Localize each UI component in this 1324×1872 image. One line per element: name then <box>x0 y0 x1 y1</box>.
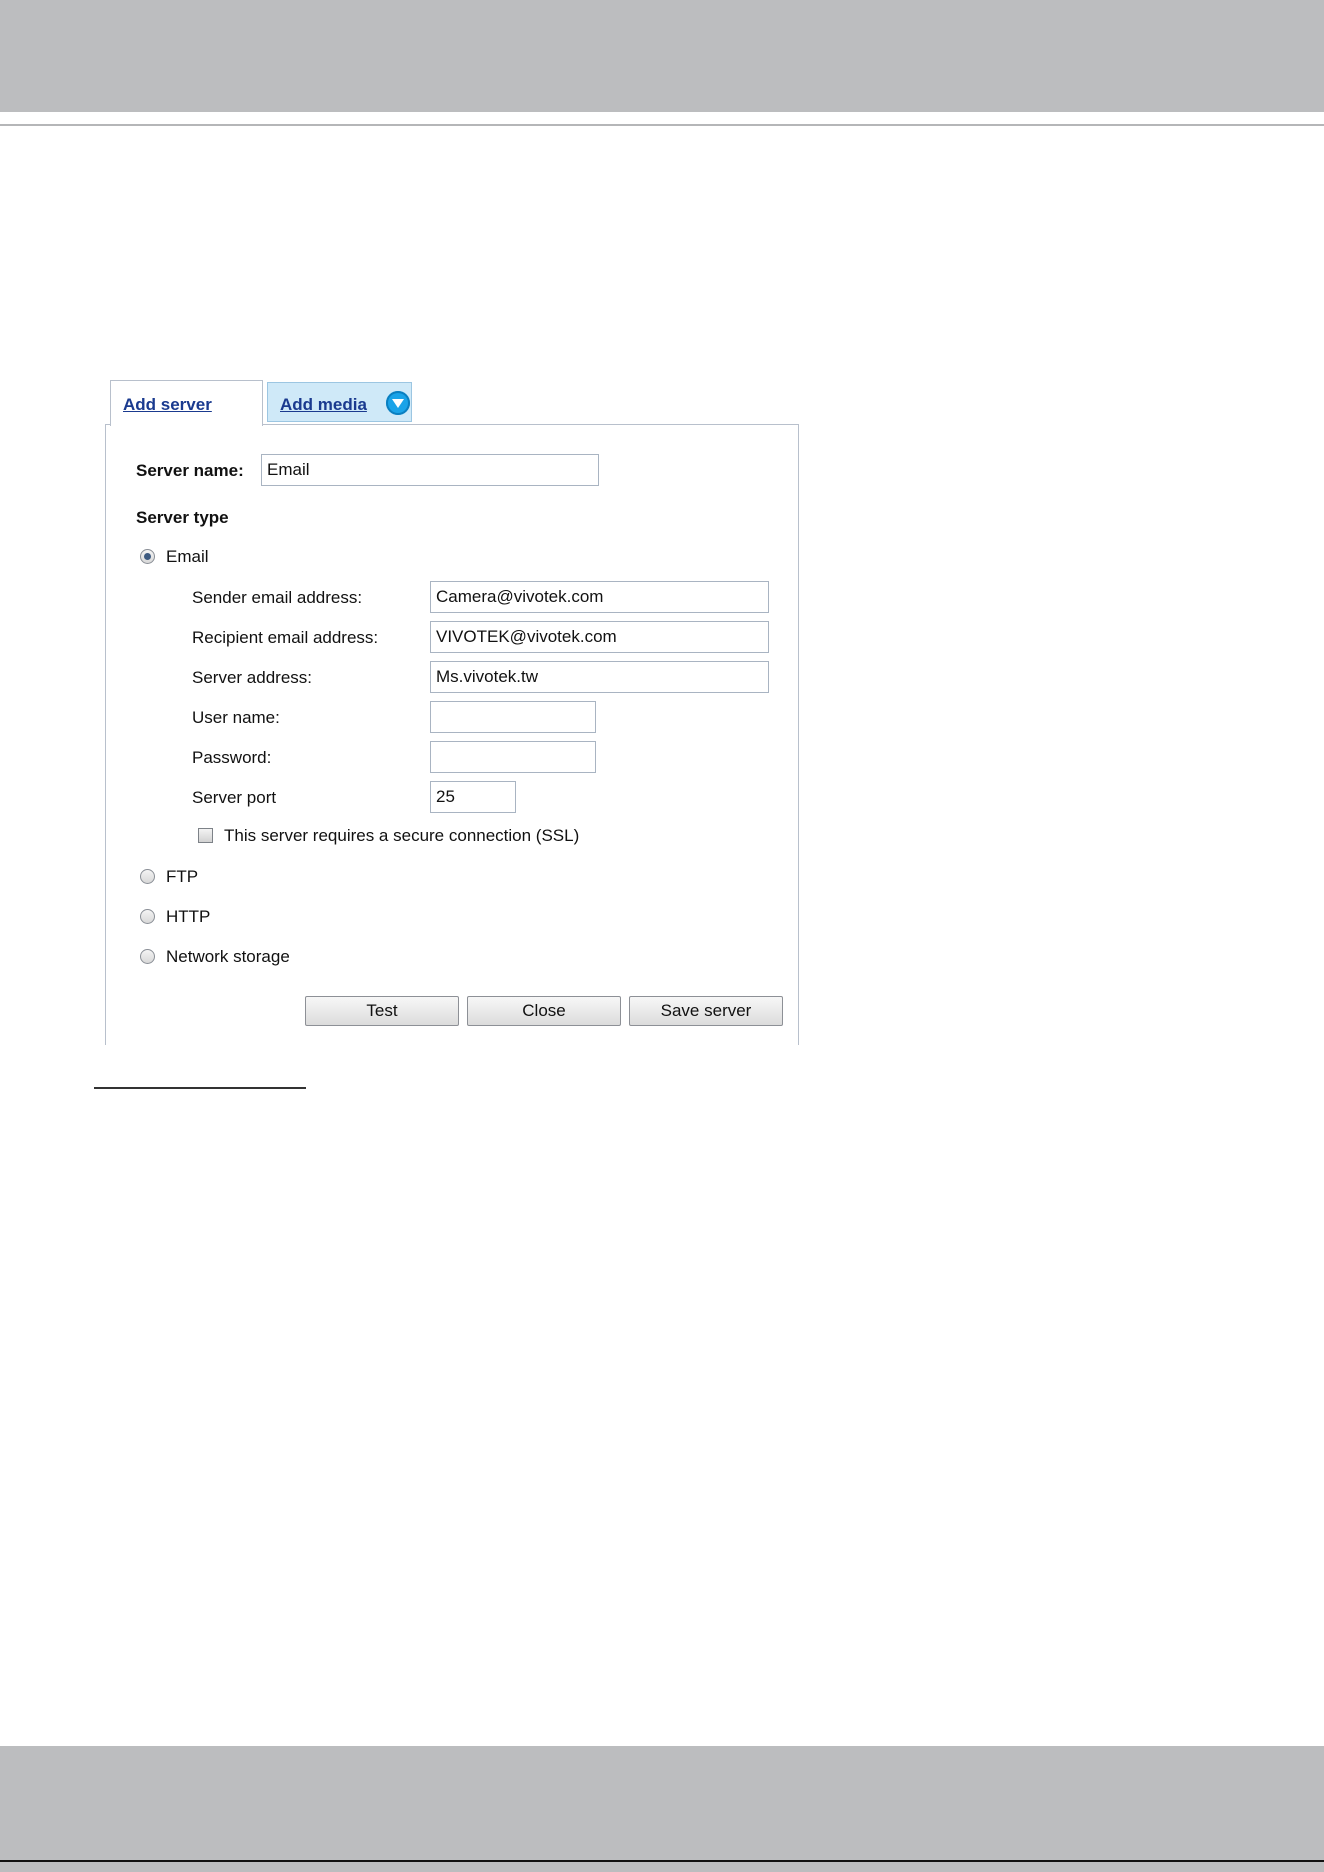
server-address-input[interactable] <box>430 661 769 693</box>
user-name-input[interactable] <box>430 701 596 733</box>
tab-add-server-link[interactable]: Add server <box>123 395 212 414</box>
save-server-button[interactable]: Save server <box>629 996 783 1026</box>
add-server-dialog: Add server Add media Server name: Server… <box>105 380 799 1045</box>
radio-network-storage[interactable] <box>140 949 155 964</box>
password-input[interactable] <box>430 741 596 773</box>
server-type-label: Server type <box>136 508 229 527</box>
radio-ftp[interactable] <box>140 869 155 884</box>
sender-email-input[interactable] <box>430 581 769 613</box>
radio-email-label: Email <box>166 547 209 566</box>
server-name-input[interactable] <box>261 454 599 486</box>
user-name-label: User name: <box>192 708 280 727</box>
server-panel: Server name: Server type Email Sender em… <box>105 424 799 1045</box>
server-port-input[interactable] <box>430 781 516 813</box>
close-button[interactable]: Close <box>467 996 621 1026</box>
ssl-checkbox-label: This server requires a secure connection… <box>224 826 580 845</box>
footnote-rule <box>94 1087 306 1089</box>
tab-add-server[interactable]: Add server <box>110 380 263 426</box>
tab-add-media[interactable]: Add media <box>267 382 412 422</box>
password-label: Password: <box>192 748 272 767</box>
ssl-checkbox[interactable] <box>198 828 213 843</box>
recipient-email-label: Recipient email address: <box>192 628 379 647</box>
radio-http-label: HTTP <box>166 907 211 926</box>
header-band <box>0 0 1324 112</box>
footer-rule <box>0 1860 1324 1862</box>
tab-add-media-link[interactable]: Add media <box>280 395 367 414</box>
footer-band <box>0 1746 1324 1872</box>
server-port-label: Server port <box>192 788 277 807</box>
server-address-label: Server address: <box>192 668 312 687</box>
radio-email[interactable] <box>140 549 155 564</box>
recipient-email-input[interactable] <box>430 621 769 653</box>
chevron-down-circle-icon[interactable] <box>386 391 410 415</box>
sender-email-label: Sender email address: <box>192 588 363 607</box>
radio-http[interactable] <box>140 909 155 924</box>
radio-network-storage-label: Network storage <box>166 947 290 966</box>
header-rule <box>0 124 1324 126</box>
radio-ftp-label: FTP <box>166 867 199 886</box>
test-button[interactable]: Test <box>305 996 459 1026</box>
server-name-label: Server name: <box>136 461 244 480</box>
